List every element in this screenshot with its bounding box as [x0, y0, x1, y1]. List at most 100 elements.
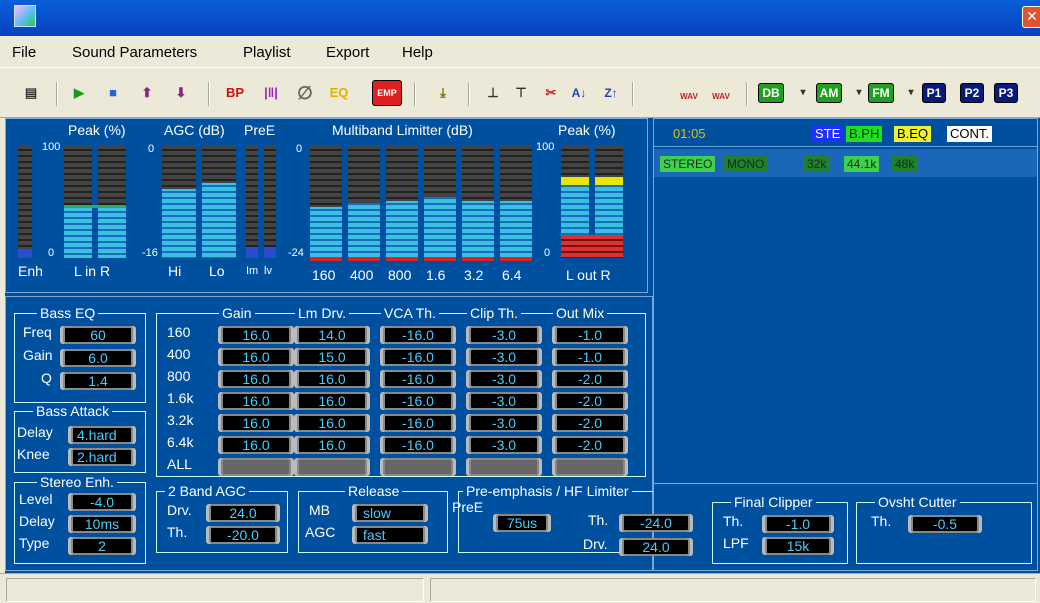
mb-cell-3-0[interactable]: 16.0	[221, 392, 291, 410]
playlist-icon[interactable]: ▤	[18, 80, 44, 106]
release-agc-field[interactable]: fast	[355, 526, 425, 544]
phase-icon[interactable]: ∅	[292, 80, 318, 106]
menu-export[interactable]: Export	[326, 44, 369, 61]
close-button[interactable]: ✕	[1022, 6, 1040, 28]
mb-cell-4-3[interactable]: -3.0	[469, 414, 539, 432]
mb-all-cell-1[interactable]	[297, 458, 367, 476]
se-level-field[interactable]: -4.0	[71, 493, 133, 511]
preemph-th-field[interactable]: -24.0	[622, 514, 690, 532]
play-icon[interactable]: ▶	[66, 80, 92, 106]
mb-cell-4-1[interactable]: 16.0	[297, 414, 367, 432]
p2-icon[interactable]: P2	[960, 83, 984, 103]
mb-cell-5-0[interactable]: 16.0	[221, 436, 291, 454]
eq-icon[interactable]: EQ	[326, 80, 352, 106]
mb-cell-5-4[interactable]: -2.0	[555, 436, 625, 454]
bottom-icon[interactable]: ⊤	[508, 80, 534, 106]
agc2-th-field[interactable]: -20.0	[209, 526, 277, 544]
emp-icon[interactable]: EMP	[372, 80, 402, 106]
title-bar[interactable]: ✕	[0, 0, 1040, 36]
mb-cell-3-1[interactable]: 16.0	[297, 392, 367, 410]
lower-right-panel	[653, 484, 1038, 571]
toolbar-separator	[632, 82, 634, 106]
bypass-icon[interactable]: BP	[222, 80, 248, 106]
mb-cell-2-4[interactable]: -2.0	[555, 370, 625, 388]
mb-cell-3-4[interactable]: -2.0	[555, 392, 625, 410]
mb-cell-1-3[interactable]: -3.0	[469, 348, 539, 366]
mb-cell-1-0[interactable]: 16.0	[221, 348, 291, 366]
mb-cell-1-2[interactable]: -16.0	[383, 348, 453, 366]
menu-help[interactable]: Help	[402, 44, 433, 61]
down-icon[interactable]: ⬇	[168, 80, 194, 106]
menu-sound-parameters[interactable]: Sound Parameters	[72, 44, 197, 61]
mb-all-cell-4[interactable]	[555, 458, 625, 476]
mb-cell-1-1[interactable]: 15.0	[297, 348, 367, 366]
mb-cell-0-3[interactable]: -3.0	[469, 326, 539, 344]
stop-icon[interactable]: ■	[100, 80, 126, 106]
download-icon[interactable]: ⤓	[430, 80, 456, 106]
mb-meter-empty-4	[462, 145, 494, 201]
up-icon[interactable]: ⬆	[134, 80, 160, 106]
pree-field[interactable]: 75us	[496, 514, 548, 532]
freq-label: Freq	[23, 324, 52, 340]
mb-cell-4-2[interactable]: -16.0	[383, 414, 453, 432]
release-mb-field[interactable]: slow	[355, 504, 425, 522]
mb-all-cell-3[interactable]	[469, 458, 539, 476]
p3-icon[interactable]: P3	[994, 83, 1018, 103]
sort-za-icon[interactable]: Z↑	[598, 80, 624, 106]
gain-field[interactable]: 6.0	[63, 349, 133, 367]
se-type-field[interactable]: 2	[71, 537, 133, 555]
db-dropdown-icon[interactable]: ▾	[790, 80, 816, 106]
toolbar-separator	[208, 82, 210, 106]
fc-lpf-field[interactable]: 15k	[765, 537, 831, 555]
am-icon[interactable]: AM	[816, 83, 842, 103]
se-delay-field[interactable]: 10ms	[71, 515, 133, 533]
mb-cell-0-2[interactable]: -16.0	[383, 326, 453, 344]
mb-cell-3-3[interactable]: -3.0	[469, 392, 539, 410]
wav-add-icon[interactable]: WAV	[676, 80, 702, 106]
fm-dropdown-icon[interactable]: ▾	[898, 80, 924, 106]
mb-all-cell-0[interactable]	[221, 458, 291, 476]
wav-open-icon[interactable]: WAV	[708, 80, 734, 106]
fc-th-field[interactable]: -1.0	[765, 515, 831, 533]
bars-icon[interactable]: |‖|	[258, 80, 284, 106]
agc2-th-label: Th.	[167, 524, 188, 540]
top-icon[interactable]: ⊥	[480, 80, 506, 106]
db-icon[interactable]: DB	[758, 83, 784, 103]
menu-file[interactable]: File	[12, 44, 36, 61]
mb-meter-empty-5	[500, 145, 532, 201]
q-field[interactable]: 1.4	[63, 372, 133, 390]
sort-az-icon[interactable]: A↓	[566, 80, 592, 106]
rate-32k: 32k	[804, 156, 830, 172]
mb-all-cell-2[interactable]	[383, 458, 453, 476]
mb-cell-2-3[interactable]: -3.0	[469, 370, 539, 388]
ba-delay-field[interactable]: 4.hard	[71, 426, 133, 444]
p1-icon[interactable]: P1	[922, 83, 946, 103]
mb-cell-0-1[interactable]: 14.0	[297, 326, 367, 344]
ba-knee-field[interactable]: 2.hard	[71, 448, 133, 466]
cut-icon[interactable]: ✂	[538, 80, 564, 106]
mb-cell-1-4[interactable]: -1.0	[555, 348, 625, 366]
status-bar	[0, 573, 1040, 603]
fm-icon[interactable]: FM	[868, 83, 894, 103]
ovsht-th-field[interactable]: -0.5	[911, 515, 979, 533]
mb-cell-4-4[interactable]: -2.0	[555, 414, 625, 432]
mb-cell-3-2[interactable]: -16.0	[383, 392, 453, 410]
preemph-drv-field[interactable]: 24.0	[622, 538, 690, 556]
bass-eq-group: Bass EQ Freq 60 Gain 6.0 Q 1.4	[14, 305, 146, 403]
mb-cell-0-4[interactable]: -1.0	[555, 326, 625, 344]
mb-cell-5-3[interactable]: -3.0	[469, 436, 539, 454]
mb-cell-0-0[interactable]: 16.0	[221, 326, 291, 344]
se-level-label: Level	[19, 491, 53, 507]
mb-cell-5-1[interactable]: 16.0	[297, 436, 367, 454]
mb-cell-5-2[interactable]: -16.0	[383, 436, 453, 454]
agc2-drv-field[interactable]: 24.0	[209, 504, 277, 522]
agc-scale-m16: -16	[142, 247, 158, 259]
freq-field[interactable]: 60	[63, 326, 133, 344]
mb-row-label-1: 400	[167, 346, 191, 362]
mode-row: STEREO MONO 32k 44.1k 48k	[654, 149, 1037, 177]
mb-cell-2-2[interactable]: -16.0	[383, 370, 453, 388]
mb-cell-4-0[interactable]: 16.0	[221, 414, 291, 432]
menu-playlist[interactable]: Playlist	[243, 44, 291, 61]
mb-cell-2-1[interactable]: 16.0	[297, 370, 367, 388]
mb-cell-2-0[interactable]: 16.0	[221, 370, 291, 388]
